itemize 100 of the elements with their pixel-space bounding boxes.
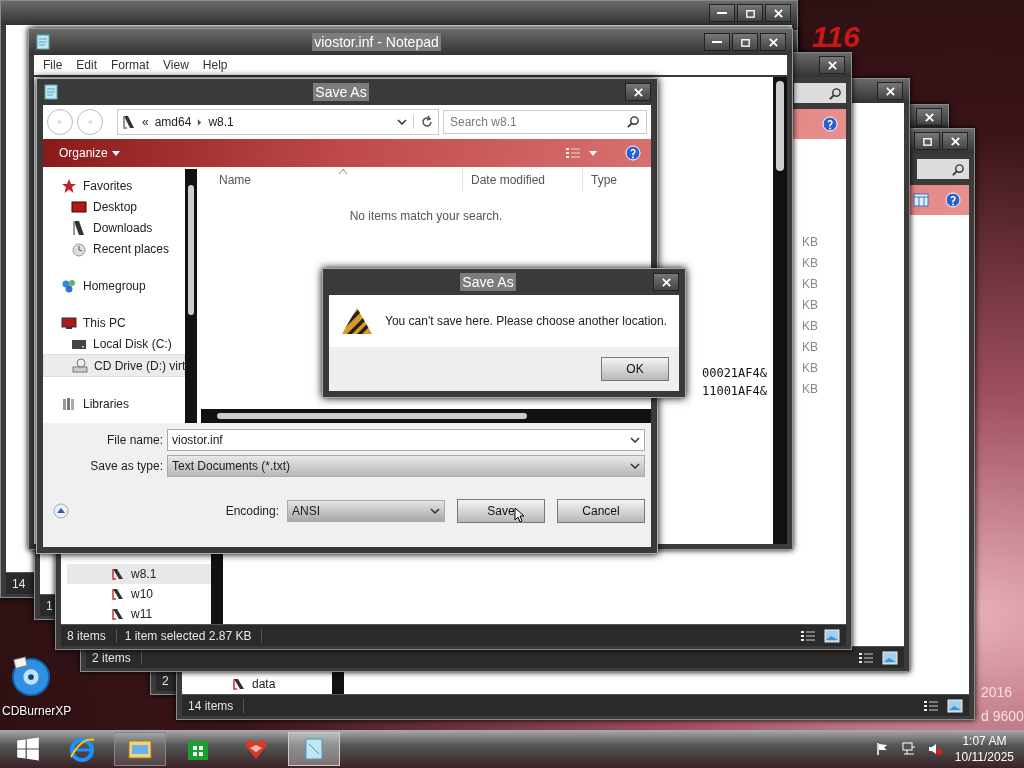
close-button[interactable] bbox=[877, 82, 903, 100]
dropdown-field[interactable]: Text Documents (*.txt) bbox=[167, 455, 645, 477]
column-header[interactable]: Date modified bbox=[463, 169, 583, 191]
nav-item[interactable]: Desktop bbox=[43, 196, 185, 217]
refresh-icon[interactable] bbox=[413, 115, 434, 129]
wallpaper-logo: 116 bbox=[812, 22, 860, 52]
details-view-icon[interactable] bbox=[858, 650, 874, 665]
collapse-icon[interactable] bbox=[53, 503, 69, 519]
clock[interactable]: 1:07 AM 10/11/2025 bbox=[950, 733, 1018, 765]
search-icon bbox=[627, 115, 640, 128]
close-icon bbox=[949, 135, 961, 147]
column-header[interactable]: Name bbox=[201, 169, 463, 191]
maximize-button[interactable] bbox=[732, 33, 758, 51]
dialog-button[interactable]: Cancel bbox=[557, 499, 645, 523]
menu-item[interactable]: Edit bbox=[71, 58, 103, 72]
minimize-icon bbox=[717, 12, 727, 14]
nav-item[interactable]: Downloads bbox=[43, 217, 185, 238]
menu-item[interactable]: File bbox=[38, 58, 68, 72]
disc-drive-icon bbox=[72, 357, 88, 374]
pane-layout-icon[interactable] bbox=[913, 192, 929, 208]
help-icon[interactable] bbox=[945, 192, 961, 208]
folder-tree-item[interactable]: w10 bbox=[67, 584, 211, 604]
nav-item[interactable]: Libraries bbox=[43, 393, 185, 414]
scrollbar[interactable] bbox=[185, 169, 197, 423]
nav-item[interactable]: Homegroup bbox=[43, 275, 185, 296]
size-cell-text: KB bbox=[802, 298, 818, 314]
desktop-shortcut[interactable]: CDBurnerXP bbox=[2, 654, 72, 718]
address-bar[interactable]: « amd64 w8.1 bbox=[117, 109, 439, 135]
help-icon[interactable] bbox=[625, 145, 641, 161]
dropdown-field[interactable]: viostor.inf bbox=[167, 429, 645, 451]
minimize-button[interactable] bbox=[709, 4, 735, 22]
column-header[interactable]: Type bbox=[583, 169, 617, 191]
cursor-icon bbox=[514, 507, 526, 523]
dropdown-field[interactable]: ANSI bbox=[287, 500, 445, 522]
network-icon bbox=[61, 277, 77, 294]
close-button[interactable] bbox=[765, 4, 791, 22]
help-icon[interactable] bbox=[822, 116, 838, 132]
menu-item[interactable]: View bbox=[158, 58, 194, 72]
close-button[interactable] bbox=[916, 108, 942, 126]
close-icon bbox=[767, 36, 779, 48]
dialog-title: Save As bbox=[460, 273, 516, 291]
maximize-icon bbox=[921, 135, 933, 147]
menu-item[interactable]: Help bbox=[197, 58, 233, 72]
folder-tree-item[interactable]: data bbox=[188, 674, 332, 694]
text-line: 11001AF4& bbox=[701, 383, 767, 400]
scrollbar[interactable] bbox=[773, 77, 787, 544]
dropdown-icon[interactable] bbox=[397, 119, 407, 125]
maximize-button[interactable] bbox=[737, 4, 763, 22]
arrow-icon bbox=[55, 117, 65, 127]
thumbnail-view-icon[interactable] bbox=[947, 698, 963, 713]
folder-tree-item[interactable]: w8.1 bbox=[67, 564, 211, 584]
close-button[interactable] bbox=[653, 273, 679, 291]
minimize-button[interactable] bbox=[704, 33, 730, 51]
close-icon bbox=[632, 86, 644, 98]
close-icon bbox=[826, 59, 838, 71]
close-button[interactable] bbox=[942, 132, 968, 150]
network-icon[interactable] bbox=[901, 742, 916, 756]
taskbar-app[interactable] bbox=[114, 732, 166, 766]
close-button[interactable] bbox=[819, 56, 845, 74]
size-cell-text: KB bbox=[802, 235, 818, 251]
nav-item[interactable]: Favorites bbox=[43, 175, 185, 196]
maximize-button[interactable] bbox=[914, 132, 940, 150]
breadcrumb-overflow[interactable]: « bbox=[142, 115, 149, 129]
menu-item[interactable]: Format bbox=[106, 58, 155, 72]
size-cell-text: KB bbox=[802, 256, 818, 272]
close-button[interactable] bbox=[760, 33, 786, 51]
windows-logo-icon bbox=[16, 737, 40, 761]
search-icon bbox=[952, 162, 965, 176]
scrollbar[interactable] bbox=[201, 409, 651, 423]
organize-menu[interactable]: Organize bbox=[55, 146, 124, 160]
search-field[interactable]: Search w8.1 bbox=[443, 110, 647, 134]
folder-tree-item[interactable]: w11 bbox=[67, 604, 211, 624]
size-cell-text: KB bbox=[802, 361, 818, 377]
chevron-icon bbox=[197, 118, 203, 126]
breadcrumb[interactable]: amd64 bbox=[154, 115, 192, 129]
view-options-icon[interactable] bbox=[565, 145, 581, 161]
volume-muted-icon[interactable] bbox=[927, 742, 942, 756]
nav-item[interactable]: CD Drive (D:) virt bbox=[43, 354, 185, 377]
notepad-icon bbox=[35, 34, 51, 50]
maximize-icon bbox=[739, 36, 751, 48]
dialog-button[interactable]: Save bbox=[457, 499, 545, 523]
breadcrumb[interactable]: w8.1 bbox=[208, 115, 234, 129]
nav-item[interactable]: Recent places bbox=[43, 238, 185, 259]
search-icon bbox=[829, 86, 842, 100]
nav-item[interactable]: This PC bbox=[43, 312, 185, 333]
thumbnail-view-icon[interactable] bbox=[824, 628, 840, 643]
arrow-icon bbox=[85, 117, 95, 127]
ok-button[interactable]: OK bbox=[601, 357, 669, 381]
screen-icon bbox=[71, 198, 87, 215]
nav-item[interactable]: Local Disk (C:) bbox=[43, 333, 185, 354]
details-view-icon[interactable] bbox=[800, 628, 816, 643]
caret-icon[interactable] bbox=[589, 150, 597, 156]
thumbnail-view-icon[interactable] bbox=[882, 650, 898, 665]
search-field[interactable] bbox=[917, 159, 969, 179]
dropdown-icon bbox=[630, 437, 640, 443]
dropdown-icon bbox=[630, 463, 640, 469]
search-field[interactable] bbox=[794, 83, 846, 103]
details-view-icon[interactable] bbox=[923, 698, 939, 713]
flag-icon[interactable] bbox=[875, 742, 890, 756]
close-button[interactable] bbox=[625, 83, 651, 101]
